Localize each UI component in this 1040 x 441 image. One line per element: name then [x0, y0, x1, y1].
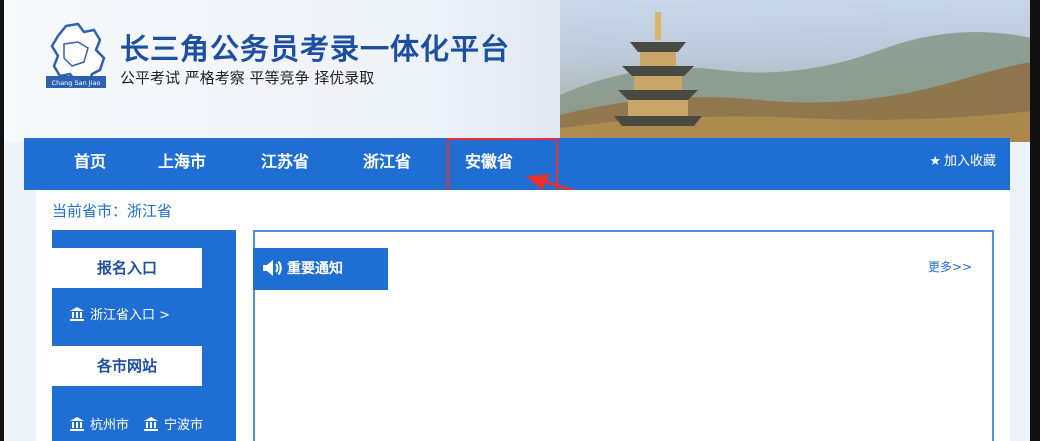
logo-map-icon: Chang San Jiao	[46, 22, 106, 88]
city-sites-heading: 各市网站	[52, 346, 202, 386]
speaker-icon	[263, 260, 282, 276]
add-favorite-link[interactable]: ★ 加入收藏	[929, 138, 996, 186]
bank-icon	[144, 417, 158, 431]
notice-tab-label: 重要通知	[287, 261, 343, 277]
zhejiang-entry-label: 浙江省入口 >	[90, 308, 171, 323]
favorite-label: 加入收藏	[943, 154, 996, 169]
notice-tab[interactable]: 重要通知	[253, 248, 388, 290]
browser-viewport: Chang San Jiao 长三角公务员考录一体化平台 公平考试 严格考察 平…	[0, 0, 1040, 441]
city-label-ningbo: 宁波市	[164, 418, 204, 433]
zhejiang-entry-link[interactable]: 浙江省入口 >	[70, 306, 170, 326]
header-banner: Chang San Jiao 长三角公务员考录一体化平台 公平考试 严格考察 平…	[0, 0, 1040, 142]
screen-edge-right	[1030, 0, 1040, 441]
banner-landscape	[560, 0, 1040, 142]
more-link[interactable]: 更多>>	[928, 258, 972, 275]
city-label-hangzhou: 杭州市	[90, 418, 130, 433]
nav-item-jiangsu[interactable]: 江苏省	[261, 138, 309, 186]
city-link-hangzhou[interactable]: 杭州市	[70, 416, 129, 436]
nav-item-zhejiang[interactable]: 浙江省	[363, 138, 411, 186]
city-link-ningbo[interactable]: 宁波市	[144, 416, 203, 436]
breadcrumb: 当前省市：浙江省	[52, 202, 173, 220]
logo-text: Chang San Jiao	[52, 79, 101, 87]
bank-icon	[70, 417, 84, 431]
nav-item-home[interactable]: 首页	[74, 138, 106, 186]
screen-edge-left	[0, 0, 4, 441]
site-title: 长三角公务员考录一体化平台	[120, 32, 511, 66]
star-icon: ★	[929, 154, 941, 169]
register-heading: 报名入口	[52, 248, 202, 288]
nav-item-shanghai[interactable]: 上海市	[158, 138, 206, 186]
pagoda-landscape-image	[560, 12, 1040, 142]
bank-icon	[70, 307, 84, 321]
sidebar: 报名入口 浙江省入口 > 各市网站 杭州市 宁波市	[52, 230, 236, 441]
site-slogan: 公平考试 严格考察 平等竞争 择优录取	[120, 69, 375, 87]
site-logo[interactable]: Chang San Jiao	[44, 22, 114, 92]
